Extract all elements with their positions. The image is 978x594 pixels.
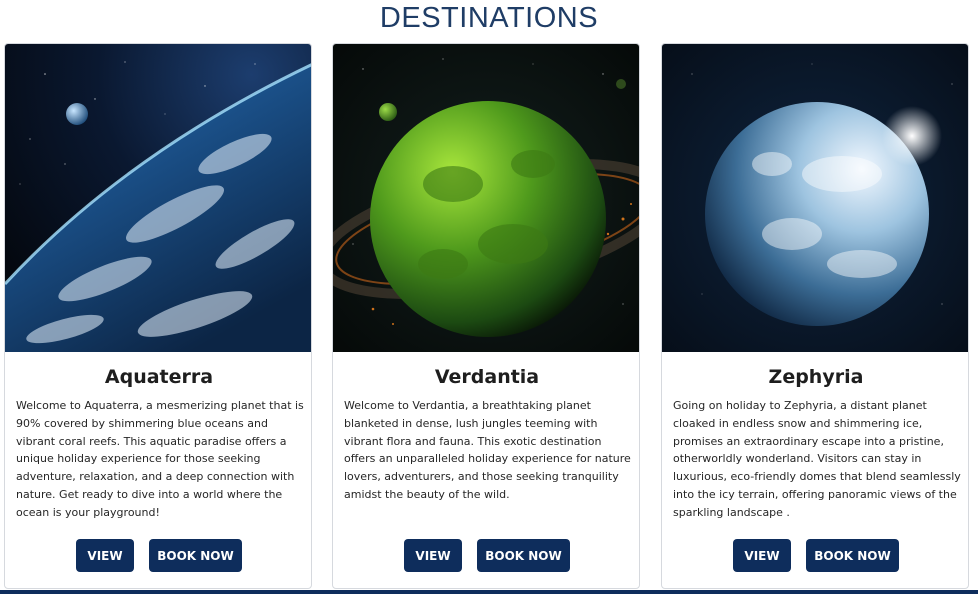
destination-name: Zephyria [768, 366, 864, 388]
destination-image-verdantia [333, 44, 639, 352]
destination-description: Welcome to Aquaterra, a mesmerizing plan… [16, 399, 304, 519]
destination-card-zephyria: Zephyria Going on holiday to Zephyria, a… [661, 43, 969, 589]
book-now-button[interactable]: BOOK NOW [477, 539, 570, 572]
destination-name: Verdantia [434, 366, 540, 388]
destination-description: Welcome to Verdantia, a breathtaking pla… [344, 399, 631, 501]
destination-description: Going on holiday to Zephyria, a distant … [673, 399, 961, 519]
destination-card-aquaterra: Aquaterra Welcome to Aquaterra, a mesmer… [4, 43, 312, 589]
view-button[interactable]: VIEW [404, 539, 462, 572]
card-actions: VIEW BOOK NOW [5, 539, 311, 572]
destination-image-zephyria [662, 44, 968, 352]
card-actions: VIEW BOOK NOW [333, 539, 639, 572]
destination-card-verdantia: Verdantia Welcome to Verdantia, a breath… [332, 43, 640, 589]
view-button[interactable]: VIEW [76, 539, 134, 572]
destination-name: Aquaterra [104, 366, 214, 388]
ice-planet-image [662, 44, 968, 352]
page-title: DESTINATIONS [379, 2, 599, 34]
view-button[interactable]: VIEW [733, 539, 791, 572]
destination-image-aquaterra [5, 44, 311, 352]
jungle-planet-image [333, 44, 639, 352]
book-now-button[interactable]: BOOK NOW [806, 539, 899, 572]
ocean-planet-image [5, 44, 311, 352]
card-actions: VIEW BOOK NOW [662, 539, 968, 572]
footer-bar [0, 590, 978, 594]
book-now-button[interactable]: BOOK NOW [149, 539, 242, 572]
